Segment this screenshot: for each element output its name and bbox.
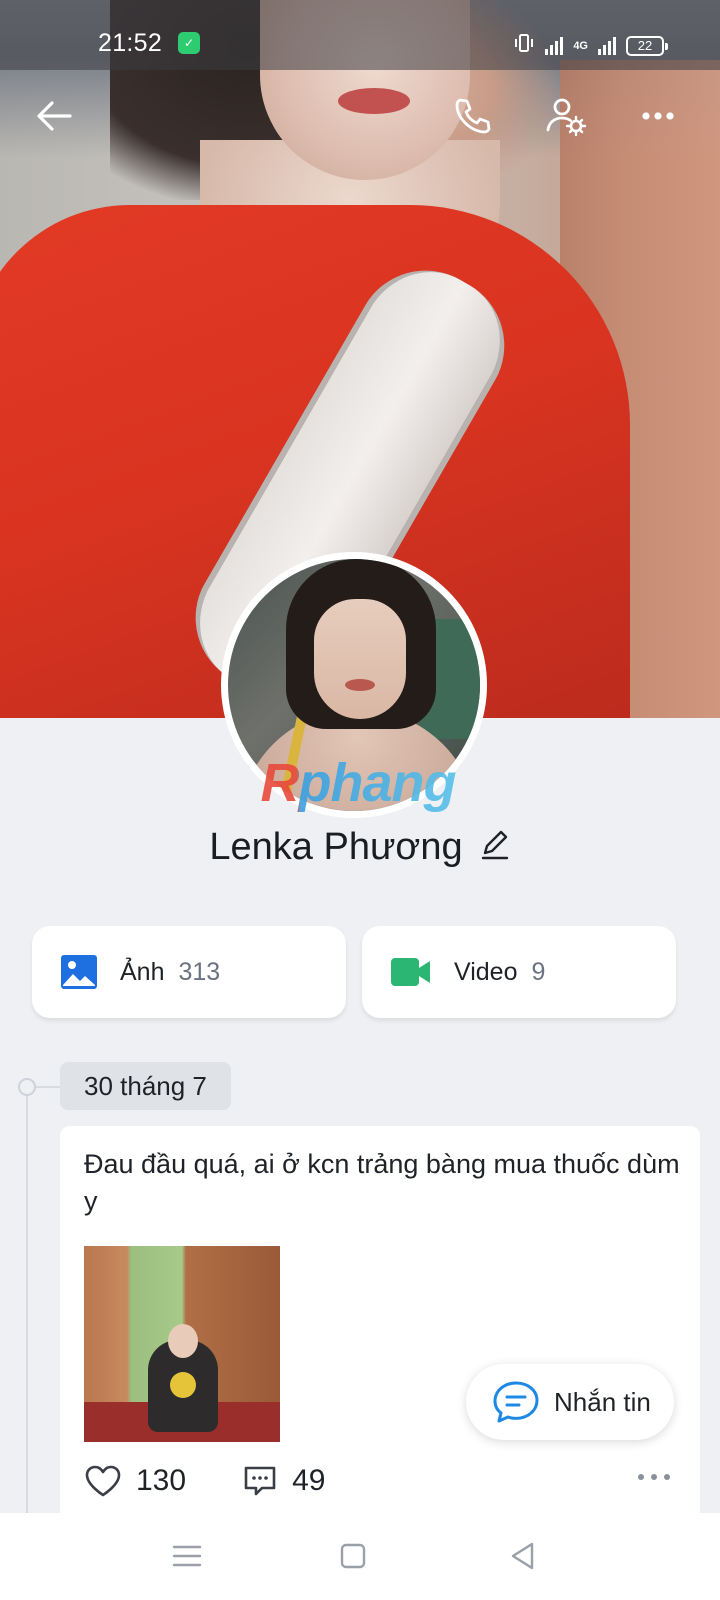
status-bar: 21:52 ✓ 4G 22 xyxy=(0,0,720,70)
cover-lips xyxy=(338,88,410,114)
signal-icon xyxy=(545,36,564,55)
heart-icon xyxy=(85,1465,121,1497)
user-settings-icon xyxy=(546,98,587,137)
timeline-line xyxy=(26,1086,28,1516)
battery-icon: 22 xyxy=(626,35,668,56)
chat-bubble-icon xyxy=(493,1381,539,1423)
arrow-left-icon xyxy=(37,101,72,131)
system-navigation-bar xyxy=(0,1513,720,1600)
video-camera-icon xyxy=(391,958,430,986)
profile-settings-button[interactable] xyxy=(542,92,590,140)
message-button[interactable]: Nhắn tin xyxy=(466,1364,674,1440)
home-icon[interactable] xyxy=(336,1539,370,1573)
back-nav-icon[interactable] xyxy=(506,1539,540,1573)
pencil-icon xyxy=(481,830,508,859)
message-button-label: Nhắn tin xyxy=(554,1386,651,1417)
post-more-icon[interactable] xyxy=(636,1472,672,1482)
timeline-dot xyxy=(18,1078,36,1096)
timeline-connector xyxy=(36,1086,60,1088)
phone-icon xyxy=(455,98,491,134)
edit-name-button[interactable] xyxy=(479,829,511,866)
signal-icon-2 xyxy=(598,36,616,55)
watermark-logo: Rphang xyxy=(248,752,468,814)
like-button[interactable]: 130 xyxy=(84,1464,186,1498)
image-icon xyxy=(61,955,97,989)
profile-name-row: Lenka Phương xyxy=(0,822,720,872)
comment-button[interactable]: 49 xyxy=(242,1463,325,1499)
photos-count: 313 xyxy=(178,957,221,986)
videos-count: 9 xyxy=(531,957,546,986)
post-photo[interactable] xyxy=(84,1246,280,1442)
more-options-button[interactable] xyxy=(636,92,684,140)
timeline-date: 30 tháng 7 xyxy=(60,1062,231,1110)
back-button[interactable] xyxy=(30,92,78,140)
menu-icon[interactable] xyxy=(170,1539,204,1573)
photos-label: Ảnh xyxy=(120,957,165,986)
comment-icon xyxy=(244,1466,276,1496)
vibrate-icon xyxy=(513,32,535,59)
profile-name: Lenka Phương xyxy=(209,825,463,868)
system-indicators: 4G 22 xyxy=(513,32,668,59)
status-time: 21:52 xyxy=(98,29,163,57)
timeline-post[interactable]: Đau đầu quá, ai ở kcn trảng bàng mua thu… xyxy=(60,1126,700,1526)
call-button[interactable] xyxy=(448,92,496,140)
post-actions: 130 49 xyxy=(84,1456,684,1506)
photos-card[interactable]: Ảnh 313 xyxy=(32,926,346,1018)
more-icon xyxy=(642,112,674,120)
notification-app-icon: ✓ xyxy=(178,32,200,54)
videos-card[interactable]: Video 9 xyxy=(362,926,676,1018)
like-count: 130 xyxy=(136,1464,187,1497)
post-text: Đau đầu quá, ai ở kcn trảng bàng mua thu… xyxy=(84,1149,680,1216)
comment-count: 49 xyxy=(292,1464,326,1497)
videos-label: Video xyxy=(454,957,518,986)
network-type: 4G xyxy=(573,39,588,52)
